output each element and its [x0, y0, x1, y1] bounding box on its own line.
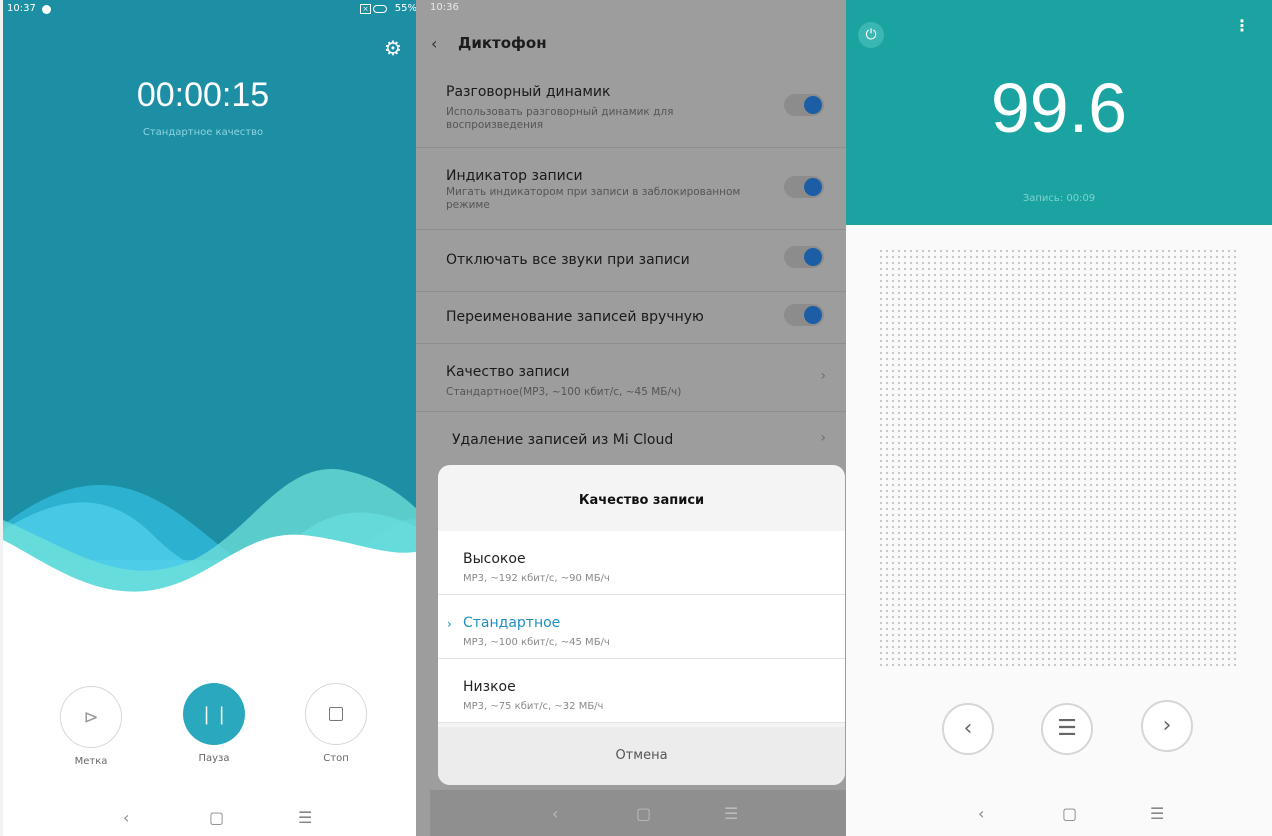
list-icon: ☰ [1057, 716, 1077, 741]
recorder-screen: 10:37 × 55% ⚙ 00:00:15 Стандартное качес… [3, 0, 423, 836]
recording-dot-icon [42, 5, 51, 14]
page-title: Диктофон [458, 34, 547, 52]
recents-icon[interactable]: ☰ [724, 804, 738, 823]
setting-row-indicator[interactable]: Индикатор записи Мигать индикатором при … [416, 148, 846, 230]
chevron-right-icon: › [820, 368, 826, 384]
nav-bar: ‹ ▢ ☰ [3, 802, 423, 832]
mark-label: Метка [74, 756, 108, 767]
setting-row-speaker[interactable]: Разговорный динамик Использовать разгово… [416, 72, 846, 148]
radio-header: ⏻ ⋮ 99.6 Запись: 00:09 [846, 0, 1272, 225]
option-spec: MP3, ~192 кбит/с, ~90 МБ/ч [463, 573, 610, 584]
recents-icon[interactable]: ☰ [1150, 804, 1164, 823]
setting-desc: Мигать индикатором при записи в заблокир… [446, 186, 741, 211]
chevron-right-icon: › [820, 430, 826, 446]
dot-grid-graphic [878, 248, 1240, 668]
settings-header: ‹ Диктофон [416, 20, 846, 70]
quality-dialog: Качество записи Высокое MP3, ~192 кбит/с… [438, 465, 845, 785]
option-spec: MP3, ~100 кбит/с, ~45 МБ/ч [463, 637, 610, 648]
chevron-right-icon: › [1162, 713, 1172, 738]
setting-row-mute[interactable]: Отключать все звуки при записи [416, 230, 846, 292]
pause-icon[interactable]: ❘❘ [183, 683, 245, 745]
option-name: Низкое [463, 679, 516, 695]
next-station-button[interactable]: › [1141, 700, 1193, 752]
prev-station-button[interactable]: ‹ [942, 703, 994, 755]
stop-label: Стоп [323, 753, 349, 764]
setting-desc: Стандартное(MP3, ~100 кбит/с, ~45 МБ/ч) [446, 386, 682, 398]
flag-icon[interactable]: ⊳ [60, 686, 122, 748]
nav-bar: ‹ ▢ ☰ [846, 790, 1272, 836]
recording-time: Запись: 00:09 [1022, 193, 1096, 204]
status-time: 10:36 [430, 2, 459, 13]
settings-screen: 10:36 ‹ Диктофон Разговорный динамик Исп… [416, 0, 846, 836]
option-spec: MP3, ~75 кбит/с, ~32 МБ/ч [463, 701, 604, 712]
option-high[interactable]: Высокое MP3, ~192 кбит/с, ~90 МБ/ч [438, 531, 845, 595]
home-icon[interactable]: ▢ [636, 804, 651, 823]
status-time: 10:37 [7, 3, 36, 14]
recents-icon[interactable]: ☰ [298, 808, 312, 827]
recording-timer: 00:00:15 [136, 76, 270, 114]
sim-icon: × [360, 4, 371, 14]
power-icon[interactable]: ⏻ [858, 22, 884, 48]
quality-label: Стандартное качество [142, 127, 264, 138]
frequency-display: 99.6 [990, 69, 1128, 147]
setting-title: Качество записи [446, 364, 570, 380]
battery-level: 55% [394, 3, 417, 14]
setting-row-cloud[interactable]: Удаление записей из Mi Cloud › [416, 412, 846, 468]
settings-gear-icon[interactable]: ⚙ [384, 38, 402, 58]
setting-row-rename[interactable]: Переименование записей вручную [416, 292, 846, 344]
radio-screen: ⏻ ⋮ 99.6 Запись: 00:09 ‹ ☰ › ‹ ▢ ☰ [846, 0, 1272, 836]
pause-control[interactable]: ❘❘ Пауза [183, 683, 245, 764]
nav-bar: ‹ ▢ ☰ [430, 790, 846, 836]
back-icon[interactable]: ‹ [552, 804, 558, 823]
status-bar: 10:37 × 55% [7, 3, 417, 17]
option-name: Стандартное [463, 615, 561, 631]
setting-title: Удаление записей из Mi Cloud [452, 432, 674, 448]
setting-title: Переименование записей вручную [446, 309, 704, 325]
dialog-title: Качество записи [578, 493, 705, 508]
option-low[interactable]: Низкое MP3, ~75 кбит/с, ~32 МБ/ч [438, 659, 845, 723]
more-menu-icon[interactable]: ⋮ [1234, 16, 1250, 35]
setting-row-quality[interactable]: Качество записи Стандартное(MP3, ~100 кб… [416, 344, 846, 412]
setting-title: Отключать все звуки при записи [446, 252, 690, 268]
mark-control[interactable]: ⊳ Метка [60, 686, 122, 767]
battery-icon [373, 5, 387, 13]
cancel-button[interactable]: Отмена [438, 727, 845, 785]
back-icon[interactable]: ‹ [978, 804, 984, 823]
selected-chevron-icon: › [447, 617, 452, 631]
stop-control[interactable]: Стоп [305, 683, 367, 764]
option-standard[interactable]: › Стандартное MP3, ~100 кбит/с, ~45 МБ/ч [438, 595, 845, 659]
toggle-switch[interactable] [784, 246, 824, 268]
home-icon[interactable]: ▢ [1062, 804, 1077, 823]
stop-icon[interactable] [305, 683, 367, 745]
back-icon[interactable]: ‹ [123, 808, 129, 827]
toggle-switch[interactable] [784, 304, 824, 326]
chevron-left-icon: ‹ [963, 716, 973, 741]
back-arrow-icon[interactable]: ‹ [431, 34, 437, 53]
setting-title: Индикатор записи [446, 168, 583, 184]
setting-desc: Использовать разговорный динамик для вос… [446, 106, 674, 131]
setting-title: Разговорный динамик [446, 84, 611, 100]
home-icon[interactable]: ▢ [209, 808, 224, 827]
station-list-button[interactable]: ☰ [1041, 703, 1093, 755]
toggle-switch[interactable] [784, 94, 824, 116]
toggle-switch[interactable] [784, 176, 824, 198]
pause-label: Пауза [198, 753, 230, 764]
option-name: Высокое [463, 551, 526, 567]
waveform-graphic [3, 469, 423, 610]
